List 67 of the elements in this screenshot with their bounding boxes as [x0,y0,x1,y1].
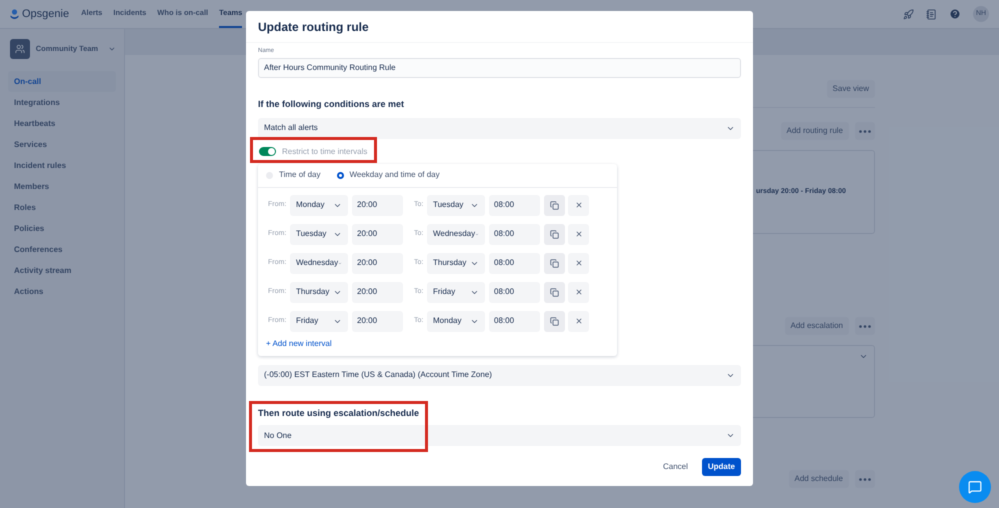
day-select[interactable]: Friday [290,310,348,332]
cancel-button[interactable]: Cancel [656,458,694,476]
day-select[interactable]: Monday [290,194,348,216]
close-icon [574,259,582,267]
close-icon [574,201,582,209]
duplicate-button[interactable] [544,310,565,332]
day-select[interactable]: Wednesday [290,252,348,274]
day-select[interactable]: Thursday [290,282,348,302]
day-select[interactable]: Wednesday [427,224,485,244]
time-input-field[interactable]: 20:00 [352,282,403,302]
close-icon [574,288,582,296]
escalation-select[interactable]: No One [258,425,741,446]
duplicate-button[interactable] [544,194,565,216]
more-button[interactable] [855,317,875,335]
duplicate-button[interactable] [544,224,565,244]
toggle-switch[interactable] [259,147,276,156]
duplicate-button[interactable] [544,282,565,302]
toggle-label: Restrict to time intervals [282,146,368,158]
time-input-field[interactable]: 20:00 [352,252,403,274]
close-icon [574,230,582,238]
more-icon [859,130,871,132]
time-input-field[interactable]: 08:00 [489,224,540,244]
rocket-icon[interactable] [903,8,914,20]
time-input-field[interactable]: 20:00 [352,310,403,332]
copy-icon [550,258,559,268]
day-select[interactable]: Monday [427,310,485,332]
app-logo-text: Opsgenie [22,6,70,22]
copy-icon [550,200,559,210]
time-input-field[interactable]: 08:00 [489,310,540,332]
day-select[interactable]: Friday [427,282,485,302]
radio-label: Weekday and time of day [350,169,440,181]
day-select[interactable]: Tuesday [427,194,485,216]
more-icon [859,478,871,480]
help-icon[interactable] [949,8,961,20]
time-input-field[interactable]: 08:00 [489,194,540,216]
close-icon [574,317,582,325]
section-heading: If the following conditions are met [258,98,406,111]
radio-button[interactable] [336,172,344,178]
radio-label: Time of day [279,169,320,181]
chevron-down-icon[interactable] [108,45,116,53]
duplicate-button[interactable] [544,252,565,274]
condition-select[interactable]: Match all alerts [258,118,741,138]
day-select[interactable]: Thursday [427,252,485,274]
logo-icon [10,8,19,20]
time-input-field[interactable]: 08:00 [489,252,540,274]
time-input-field[interactable]: 08:00 [489,282,540,302]
more-button[interactable] [855,470,875,488]
time-input-field[interactable]: 20:00 [352,194,403,216]
more-icon [859,324,871,328]
day-select[interactable]: Tuesday [290,224,348,244]
copy-icon [550,230,559,238]
copy-icon [550,288,559,296]
team-icon [14,44,25,54]
chat-button[interactable] [959,471,991,503]
time-input-field[interactable]: 20:00 [352,224,403,244]
chat-icon [968,480,982,494]
update-button[interactable]: Update [702,458,741,476]
dialog-title: Update routing rule [258,18,369,36]
copy-icon [550,316,559,326]
more-button[interactable] [855,122,875,140]
notebook-icon[interactable] [926,8,937,20]
timezone-select[interactable]: (-05:00) EST Eastern Time (US & Canada) (Account Time Zone) [258,364,741,386]
name-input-field[interactable]: After Hours Community Routing Rule [258,58,741,78]
add-interval-link[interactable]: + Add new interval [266,338,617,350]
chevron-down-icon[interactable] [859,352,868,361]
chevron-down-icon [726,431,735,440]
section-heading: Then route using escalation/schedule [258,406,420,420]
